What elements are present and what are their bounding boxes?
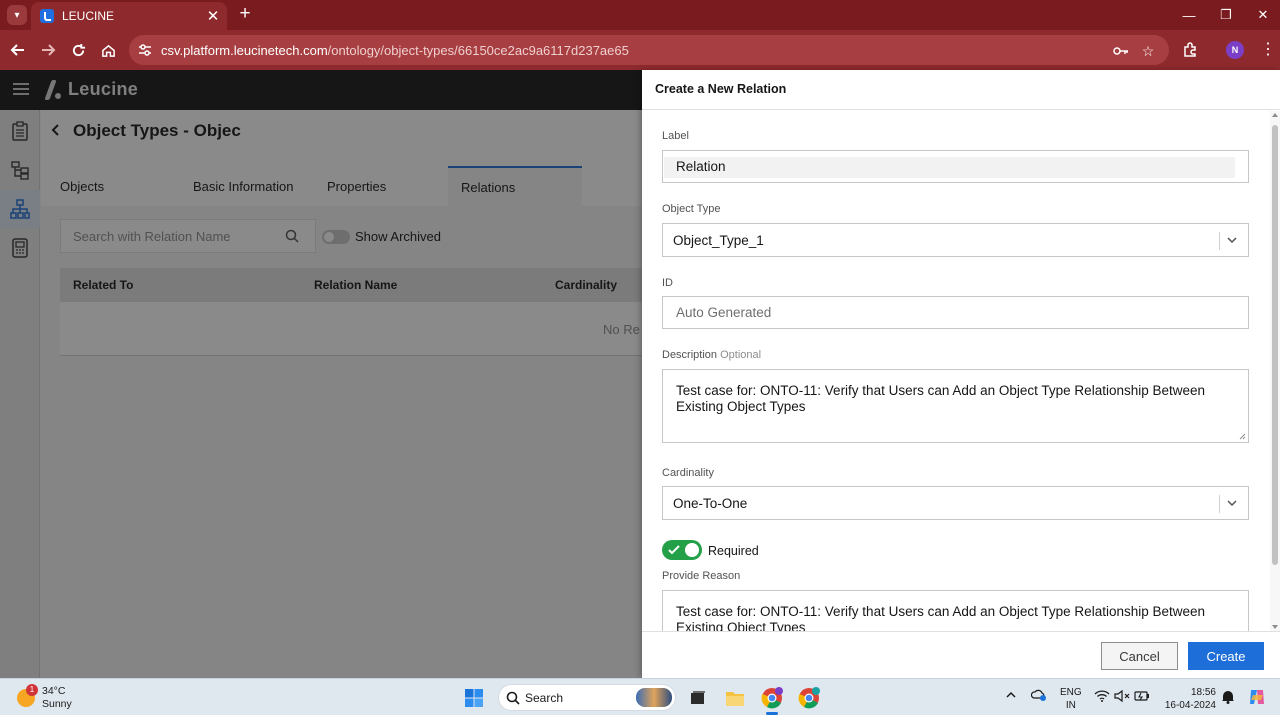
language-code: ENG xyxy=(1060,687,1082,698)
extensions-icon[interactable] xyxy=(1181,41,1199,59)
description-field-label: Description Optional xyxy=(662,349,761,361)
task-view-icon[interactable] xyxy=(686,686,710,710)
weather-text: 34°C Sunny xyxy=(42,685,72,711)
language-indicator[interactable]: ENG IN xyxy=(1060,686,1082,712)
region-code: IN xyxy=(1065,700,1076,711)
id-field-label: ID xyxy=(662,277,673,289)
windows-taskbar: 1 34°C Sunny Search ENG IN 18:56 16-04-2… xyxy=(0,678,1280,715)
windows-start-icon[interactable] xyxy=(462,686,486,710)
notification-bell-icon[interactable] xyxy=(1221,689,1235,707)
tab-title: LEUCINE xyxy=(62,9,115,23)
modal-overlay[interactable] xyxy=(0,70,642,678)
label-input-value: Relation xyxy=(676,159,726,174)
drawer-header: Create a New Relation xyxy=(642,70,1280,110)
wifi-icon[interactable] xyxy=(1094,689,1110,706)
battery-icon[interactable] xyxy=(1134,689,1150,706)
url-path: /ontology/object-types/66150ce2ac9a6117d… xyxy=(327,42,629,58)
object-type-select[interactable]: Object_Type_1 xyxy=(662,223,1249,257)
url-host: csv.platform.leucinetech.com xyxy=(161,42,328,58)
restore-icon[interactable]: ❐ xyxy=(1207,0,1245,30)
cardinality-select[interactable]: One-To-One xyxy=(662,486,1249,520)
scroll-thumb[interactable] xyxy=(1272,125,1278,565)
password-key-icon[interactable] xyxy=(1112,42,1130,60)
id-placeholder: Auto Generated xyxy=(676,305,772,320)
taskbar-search-label: Search xyxy=(525,690,564,705)
leucine-favicon-icon xyxy=(40,9,54,23)
system-clock[interactable]: 18:56 16-04-2024 xyxy=(1160,686,1216,712)
reason-line-1: Test case for: ONTO-11: Verify that User… xyxy=(676,604,1206,619)
clock-time: 18:56 xyxy=(1190,687,1216,698)
select-divider xyxy=(1219,232,1220,250)
minimize-icon[interactable]: — xyxy=(1170,0,1208,30)
temperature: 34°C xyxy=(42,685,66,697)
back-arrow-icon[interactable] xyxy=(7,39,29,61)
chrome-icon[interactable] xyxy=(760,686,784,710)
drawer-scrollbar[interactable] xyxy=(1270,111,1280,631)
sun-icon: 1 xyxy=(17,684,38,707)
search-icon xyxy=(506,691,520,705)
bookmark-star-icon[interactable]: ☆ xyxy=(1139,42,1157,60)
clock-date: 16-04-2024 xyxy=(1164,700,1216,711)
reason-field-label: Provide Reason xyxy=(662,570,741,582)
chevron-down-icon[interactable] xyxy=(1225,496,1239,510)
drawer-form: Label Relation Object Type Object_Type_1… xyxy=(642,111,1270,631)
label-field-label: Label xyxy=(662,130,689,142)
create-button[interactable]: Create xyxy=(1188,642,1264,670)
browser-menu-icon[interactable]: ⋮ xyxy=(1260,40,1276,60)
close-tab-icon[interactable]: ✕ xyxy=(203,7,223,25)
close-window-icon[interactable]: ✕ xyxy=(1244,0,1280,30)
browser-tab-strip: ▾ LEUCINE ✕ + — ❐ ✕ xyxy=(0,0,1280,30)
scroll-down-arrow-icon[interactable] xyxy=(1272,625,1278,629)
select-divider xyxy=(1219,495,1220,513)
tab-search-button[interactable]: ▾ xyxy=(7,5,27,25)
checkmark-icon xyxy=(668,545,680,555)
chevron-down-icon[interactable] xyxy=(1225,233,1239,247)
search-highlight-image xyxy=(636,688,672,707)
browser-tab[interactable]: LEUCINE ✕ xyxy=(31,2,227,30)
onedrive-sync-icon[interactable] xyxy=(1030,688,1047,705)
reason-textarea[interactable]: Test case for: ONTO-11: Verify that User… xyxy=(662,590,1249,631)
weather-badge: 1 xyxy=(26,684,38,696)
object-type-value: Object_Type_1 xyxy=(673,232,764,248)
cardinality-value: One-To-One xyxy=(673,495,748,511)
optional-tag: Optional xyxy=(720,349,762,361)
weather-condition: Sunny xyxy=(42,698,72,710)
forward-arrow-icon[interactable] xyxy=(37,39,59,61)
reload-icon[interactable] xyxy=(67,39,89,61)
new-tab-button[interactable]: + xyxy=(235,3,255,25)
copilot-icon[interactable] xyxy=(1247,687,1267,710)
browser-toolbar: csv.platform.leucinetech.com/ontology/ob… xyxy=(0,30,1280,70)
description-label-text: Description xyxy=(662,349,718,361)
label-input[interactable]: Relation xyxy=(662,150,1249,183)
required-label: Required xyxy=(708,544,759,558)
file-explorer-icon[interactable] xyxy=(723,686,747,710)
drawer-title: Create a New Relation xyxy=(655,82,787,96)
tray-overflow-chevron-icon[interactable] xyxy=(1006,690,1016,702)
profile-avatar[interactable]: N xyxy=(1226,41,1244,59)
resize-grip-icon[interactable] xyxy=(1238,432,1246,440)
scroll-up-arrow-icon[interactable] xyxy=(1272,113,1278,117)
reason-line-2: Existing Object Types xyxy=(676,620,806,631)
weather-widget[interactable]: 1 34°C Sunny xyxy=(17,684,72,711)
chrome-profile-icon[interactable] xyxy=(797,686,821,710)
site-info-icon[interactable] xyxy=(138,43,152,57)
description-textarea[interactable]: Test case for: ONTO-11: Verify that User… xyxy=(662,369,1249,443)
app-root: Leucine Object Types - Objec Objects Bas… xyxy=(0,70,1280,678)
home-icon[interactable] xyxy=(97,39,119,61)
drawer-footer: Cancel Create xyxy=(642,631,1280,678)
required-toggle[interactable] xyxy=(662,540,702,560)
address-bar[interactable]: csv.platform.leucinetech.com/ontology/ob… xyxy=(129,35,1169,65)
cardinality-field-label: Cardinality xyxy=(662,467,714,479)
description-line-2: Existing Object Types xyxy=(676,399,806,414)
id-input[interactable]: Auto Generated xyxy=(662,296,1249,329)
description-line-1: Test case for: ONTO-11: Verify that User… xyxy=(676,383,1206,398)
speaker-muted-icon[interactable] xyxy=(1114,689,1130,706)
cancel-button[interactable]: Cancel xyxy=(1101,642,1178,670)
object-type-field-label: Object Type xyxy=(662,203,721,215)
taskbar-search[interactable]: Search xyxy=(498,684,676,711)
create-relation-drawer: Create a New Relation Label Relation Obj… xyxy=(642,70,1280,678)
